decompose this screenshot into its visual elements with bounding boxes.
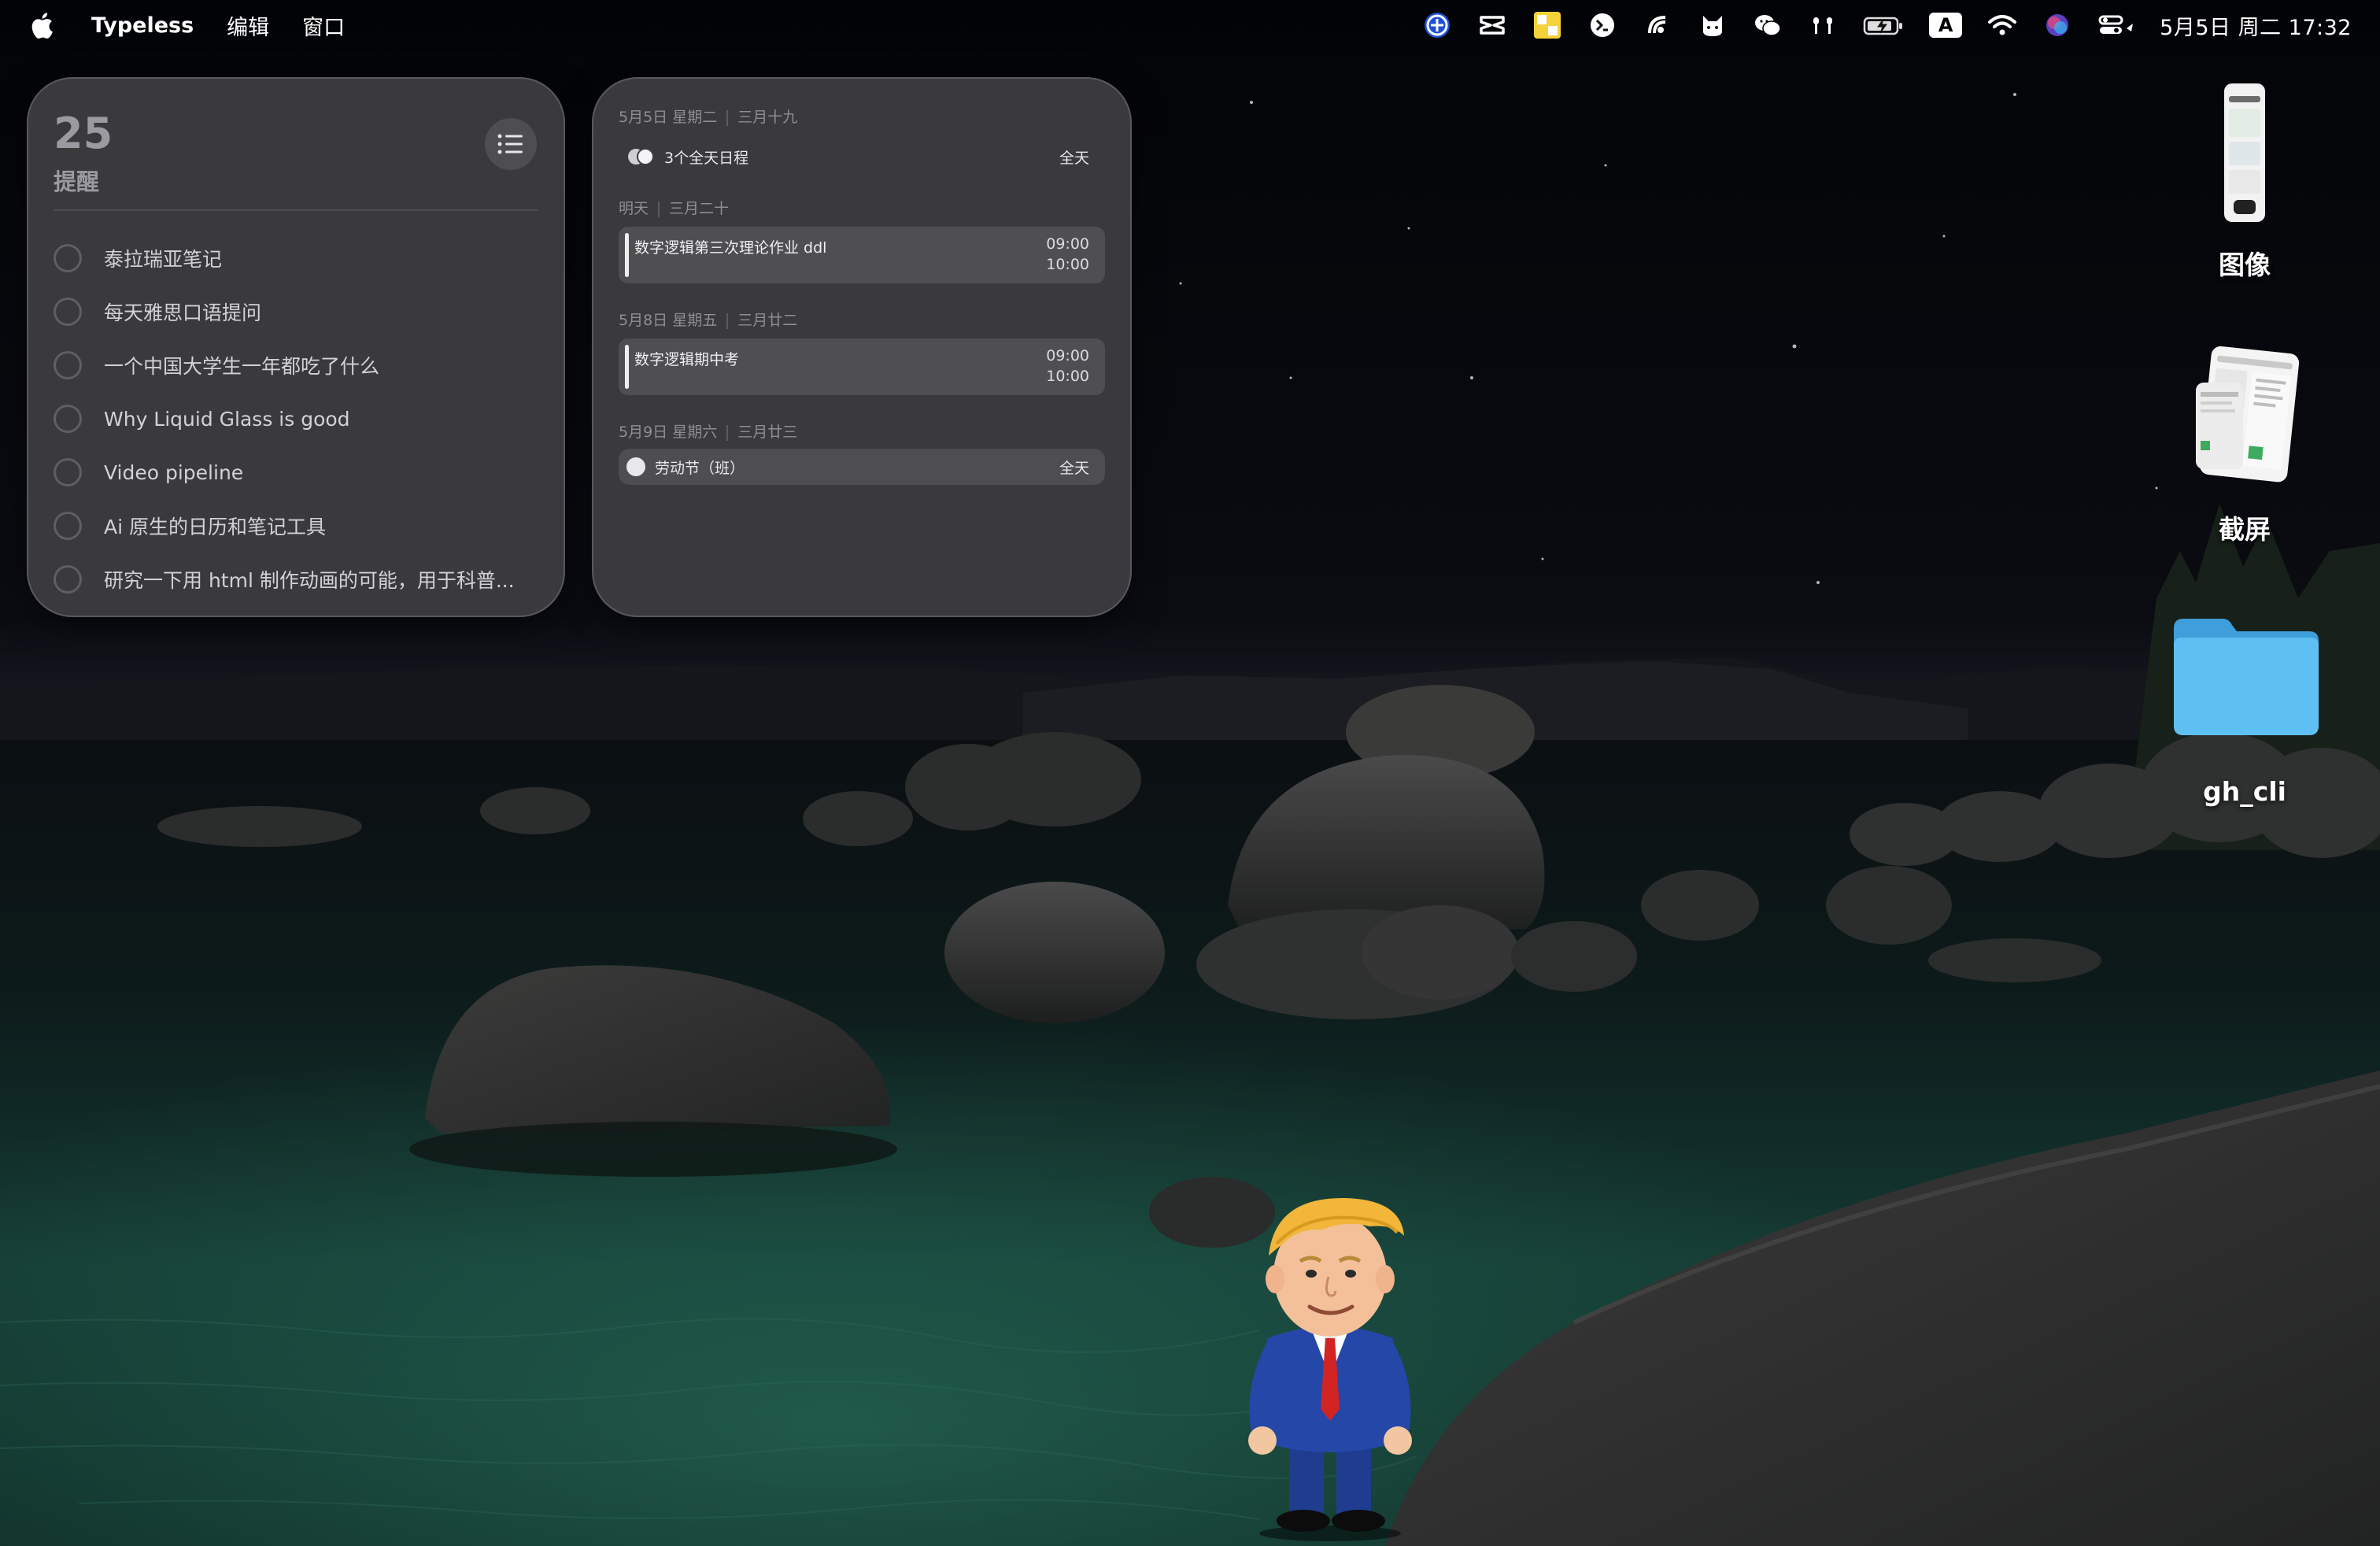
reminder-item[interactable]: 研究一下用 html 制作动画的可能，用于科普...: [54, 553, 541, 606]
reminders-list-button[interactable]: [485, 118, 537, 170]
reminders-widget[interactable]: 25 提醒 泰拉瑞亚笔记 每天雅思口语提问 一个中国大学生一年都吃了什么 Why…: [27, 77, 565, 617]
control-center-icon[interactable]: [2097, 9, 2136, 41]
cartoon-character-sticker: [1248, 1197, 1412, 1541]
calendar-date: 明天: [619, 200, 649, 217]
reminder-text: 每天雅思口语提问: [104, 301, 262, 324]
reminders-list: 泰拉瑞亚笔记 每天雅思口语提问 一个中国大学生一年都吃了什么 Why Liqui…: [54, 231, 541, 606]
menu-bar-clock[interactable]: 5月5日 周二 17:32: [2160, 10, 2352, 41]
screenshot-file-icon: [2196, 346, 2300, 483]
desktop-item-image[interactable]: 图像: [2166, 79, 2323, 283]
calendar-day-header: 5月5日 星期二 三月十九: [619, 105, 1105, 127]
event-start-time: 09:00: [1046, 235, 1089, 253]
input-method-label: A: [1929, 13, 1963, 38]
calendar-day-header: 明天 三月二十: [619, 197, 1105, 218]
calendar-day-4: 5月9日 星期六 三月廿三 劳动节（班） 全天: [619, 420, 1105, 485]
calendar-allday-tag: 全天: [1059, 149, 1089, 167]
wifi-icon[interactable]: [1986, 9, 2018, 41]
event-start-time: 09:00: [1046, 347, 1089, 364]
allday-event-dot-icon: [626, 457, 645, 476]
reminder-checkbox[interactable]: [54, 351, 82, 379]
calendar-allday-row[interactable]: 3个全天日程 全天: [619, 139, 1105, 175]
calendar-allday-tag: 全天: [1059, 459, 1089, 477]
event-color-bar: [625, 345, 629, 389]
reminder-text: Ai 原生的日历和笔记工具: [104, 516, 326, 538]
calendar-day-today: 5月5日 星期二 三月十九 3个全天日程 全天: [619, 105, 1105, 167]
reminder-text: 一个中国大学生一年都吃了什么: [104, 355, 380, 378]
reminder-text: 研究一下用 html 制作动画的可能，用于科普...: [104, 569, 515, 592]
calendar-allday-label: 3个全天日程: [664, 149, 749, 167]
desktop-item-label: 图像: [2219, 250, 2271, 280]
menu-bar: Typeless 编辑 窗口 A 5月5日 周二 17:32: [0, 0, 2380, 50]
calendar-allday-label: 劳动节（班）: [655, 459, 745, 477]
calendar-lunar-date: 三月廿三: [737, 423, 798, 441]
input-method-icon[interactable]: A: [1928, 9, 1963, 41]
calendar-widget[interactable]: 5月5日 星期二 三月十九 3个全天日程 全天 明天 三月二十 数字逻辑第三次理论作…: [592, 77, 1132, 617]
menu-window[interactable]: 窗口: [302, 10, 345, 41]
wechat-icon[interactable]: [1752, 9, 1783, 41]
event-end-time: 10:00: [1046, 368, 1089, 385]
reminders-title: 提醒: [54, 168, 100, 195]
reminder-item[interactable]: Ai 原生的日历和笔记工具: [54, 499, 541, 553]
notes-app-icon[interactable]: [1532, 9, 1563, 41]
reminder-checkbox[interactable]: [54, 298, 82, 326]
desktop-item-folder[interactable]: gh_cli: [2166, 614, 2323, 819]
airpods-icon[interactable]: [1807, 9, 1839, 41]
calendar-lunar-date: 三月二十: [669, 200, 730, 217]
reminder-checkbox[interactable]: [54, 244, 82, 272]
reminder-text: Why Liquid Glass is good: [104, 407, 350, 431]
menu-bar-left: Typeless 编辑 窗口: [0, 0, 378, 50]
event-title: 数字逻辑期中考: [634, 351, 740, 368]
reminder-checkbox[interactable]: [54, 458, 82, 486]
browser-icon[interactable]: [1421, 9, 1453, 41]
list-icon: [497, 134, 523, 154]
desktop-item-label: 截屏: [2219, 514, 2271, 545]
stacked-events-icon: [628, 148, 654, 165]
reminder-item[interactable]: 泰拉瑞亚笔记: [54, 231, 541, 285]
cat-icon[interactable]: [1697, 9, 1728, 41]
airdrop-icon[interactable]: [1642, 9, 1673, 41]
apple-logo-icon[interactable]: [30, 11, 55, 39]
calendar-date: 5月9日 星期六: [619, 423, 718, 441]
reminder-item[interactable]: Why Liquid Glass is good: [54, 392, 541, 446]
reminder-item[interactable]: 一个中国大学生一年都吃了什么: [54, 338, 541, 392]
calendar-date: 5月8日 星期五: [619, 312, 718, 329]
desktop-item-label: gh_cli: [2203, 776, 2286, 807]
calendar-allday-row[interactable]: 劳动节（班） 全天: [619, 449, 1105, 485]
reminder-text: 泰拉瑞亚笔记: [104, 248, 223, 271]
image-file-icon: [2224, 83, 2265, 222]
calendar-event[interactable]: 数字逻辑期中考 09:00 10:00: [619, 338, 1105, 395]
reminder-checkbox[interactable]: [54, 405, 82, 433]
reminder-item[interactable]: 每天雅思口语提问: [54, 285, 541, 338]
calendar-event[interactable]: 数字逻辑第三次理论作业 ddl 09:00 10:00: [619, 227, 1105, 283]
siri-icon[interactable]: [2042, 9, 2073, 41]
calendar-day-header: 5月9日 星期六 三月廿三: [619, 420, 1105, 442]
calendar-date: 5月5日 星期二: [619, 109, 718, 126]
reminders-count: 25: [54, 109, 113, 158]
capcut-icon[interactable]: [1476, 9, 1508, 41]
menu-bar-status-area: A 5月5日 周二 17:32: [1398, 0, 2380, 50]
calendar-day-3: 5月8日 星期五 三月廿二 数字逻辑期中考 09:00 10:00: [619, 309, 1105, 395]
event-color-bar: [625, 233, 629, 277]
calendar-day-header: 5月8日 星期五 三月廿二: [619, 309, 1105, 330]
battery-charging-icon[interactable]: [1862, 9, 1905, 41]
reminder-item[interactable]: Video pipeline: [54, 446, 541, 499]
desktop-item-screenshot[interactable]: 截屏: [2166, 343, 2323, 548]
event-end-time: 10:00: [1046, 256, 1089, 273]
calendar-day-tomorrow: 明天 三月二十 数字逻辑第三次理论作业 ddl 09:00 10:00: [619, 197, 1105, 283]
terminal-icon[interactable]: [1587, 9, 1618, 41]
reminder-checkbox[interactable]: [54, 565, 82, 594]
menu-edit[interactable]: 编辑: [227, 10, 269, 41]
calendar-lunar-date: 三月廿二: [737, 312, 798, 329]
folder-icon: [2174, 619, 2319, 735]
reminders-divider: [54, 209, 538, 211]
reminder-text: Video pipeline: [104, 460, 244, 484]
calendar-lunar-date: 三月十九: [737, 109, 798, 126]
app-menu-typeless[interactable]: Typeless: [91, 13, 194, 38]
reminder-checkbox[interactable]: [54, 512, 82, 540]
event-title: 数字逻辑第三次理论作业 ddl: [634, 239, 827, 257]
